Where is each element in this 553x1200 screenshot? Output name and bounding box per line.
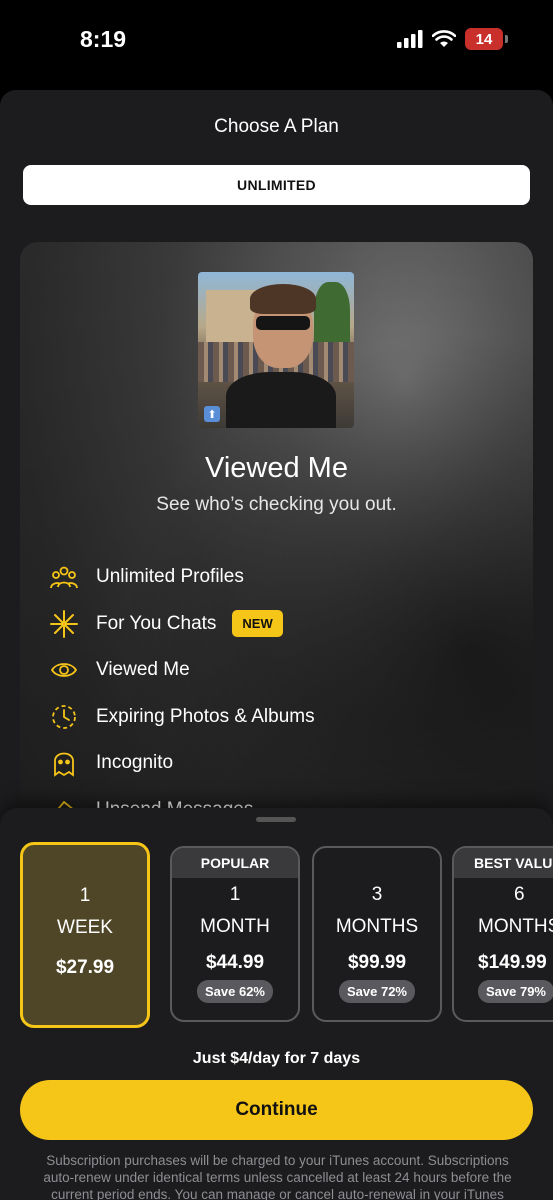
plan-duration-unit: MONTHS bbox=[478, 916, 553, 937]
plan-duration-number: 3 bbox=[371, 884, 383, 905]
timer-icon bbox=[50, 703, 78, 731]
upload-arrow-icon: ⬆ bbox=[204, 406, 220, 422]
plan-option-1-month[interactable]: POPULAR 1 MONTH $44.99 Save 62% bbox=[170, 846, 300, 1022]
status-time: 8:19 bbox=[80, 26, 127, 52]
list-item: Incognito bbox=[50, 740, 315, 787]
signal-icon bbox=[397, 30, 423, 48]
sparkle-icon bbox=[50, 609, 78, 638]
plan-duration-unit: MONTH bbox=[200, 916, 270, 937]
plan-duration-number: 1 bbox=[229, 884, 241, 905]
plan-option-3-months[interactable]: 3 MONTHS $99.99 Save 72% bbox=[312, 846, 442, 1022]
plan-duration-number: 1 bbox=[79, 885, 91, 906]
plan-price: $27.99 bbox=[55, 957, 115, 978]
plan-duration-number: 6 bbox=[514, 884, 525, 905]
new-badge: NEW bbox=[232, 610, 283, 638]
plan-panel: 1 WEEK $27.99 POPULAR 1 MONTH $44.99 Sav… bbox=[0, 808, 553, 1200]
feature-subtitle: See who’s checking you out. bbox=[156, 494, 397, 515]
plan-price: $44.99 bbox=[205, 952, 265, 973]
plan-option-6-months[interactable]: BEST VALUE 6 MONTHS $149.99 Save 79% bbox=[452, 846, 553, 1022]
list-item: Unlimited Profiles bbox=[50, 554, 315, 601]
save-badge: Save 79% bbox=[478, 980, 553, 1003]
wifi-icon bbox=[432, 30, 456, 47]
status-icons: 14 bbox=[397, 28, 508, 50]
save-badge: Save 62% bbox=[197, 980, 273, 1003]
save-badge: Save 72% bbox=[339, 980, 415, 1003]
people-icon bbox=[50, 563, 78, 591]
profile-photo: ⬆ bbox=[198, 272, 354, 428]
status-bar: 8:19 14 bbox=[0, 0, 553, 88]
feature-label: For You Chats bbox=[96, 612, 217, 634]
list-item: Viewed Me bbox=[50, 647, 315, 694]
ghost-icon bbox=[50, 749, 78, 778]
plan-option-1-week[interactable]: 1 WEEK $27.99 bbox=[20, 842, 150, 1028]
plan-duration-unit: MONTHS bbox=[335, 916, 419, 937]
eye-icon bbox=[50, 656, 78, 684]
continue-button[interactable]: Continue bbox=[20, 1080, 533, 1140]
list-item: For You Chats NEW bbox=[50, 601, 315, 648]
page-title: Choose A Plan bbox=[214, 116, 339, 137]
plan-badge-best-value: BEST VALUE bbox=[454, 848, 553, 878]
feature-label: Unlimited Profiles bbox=[96, 566, 244, 588]
battery-icon: 14 bbox=[465, 28, 508, 50]
plan-duration-unit: WEEK bbox=[57, 917, 113, 938]
feature-label: Expiring Photos & Albums bbox=[96, 705, 315, 727]
feature-title: Viewed Me bbox=[205, 452, 348, 484]
feature-label: Incognito bbox=[96, 752, 174, 774]
plan-badge-popular: POPULAR bbox=[172, 848, 298, 878]
drag-handle[interactable] bbox=[256, 817, 296, 822]
price-tagline: Just $4/day for 7 days bbox=[192, 1050, 361, 1067]
feature-list: Unlimited Profiles For You Chats NEW Vie… bbox=[50, 554, 315, 833]
legal-text: Subscription purchases will be charged t… bbox=[43, 1153, 512, 1200]
feature-label: Viewed Me bbox=[96, 659, 190, 681]
list-item: Expiring Photos & Albums bbox=[50, 694, 315, 741]
plan-price: $99.99 bbox=[347, 952, 407, 973]
plan-price: $149.99 bbox=[478, 952, 547, 973]
plan-tier-segment[interactable]: UNLIMITED bbox=[23, 165, 530, 205]
